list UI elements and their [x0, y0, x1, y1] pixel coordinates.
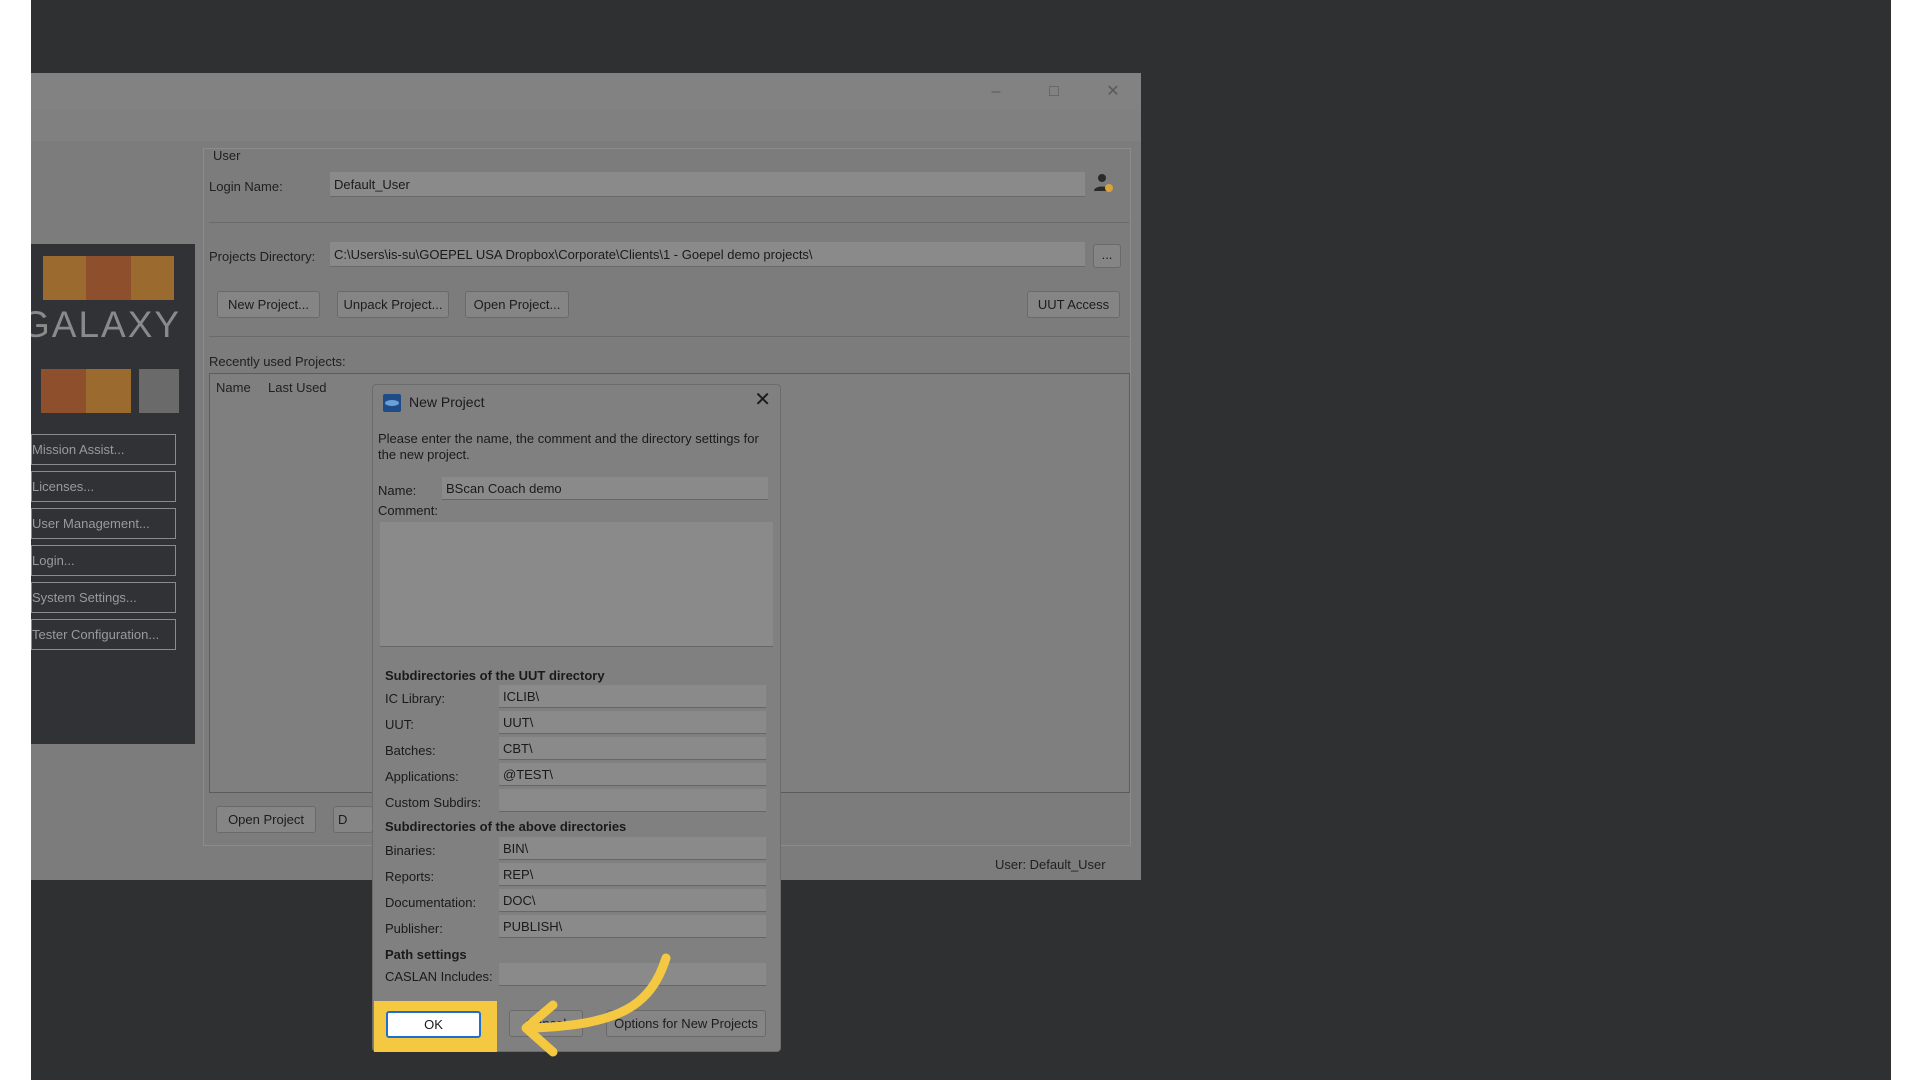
logo-bar [43, 256, 86, 300]
applications-label: Applications: [385, 769, 459, 784]
above-subdirs-heading: Subdirectories of the above directories [385, 819, 627, 834]
logo-bar [86, 256, 131, 300]
logo-bar [41, 369, 86, 413]
login-button[interactable]: Login... [31, 545, 176, 576]
unpack-project-button[interactable]: Unpack Project... [337, 291, 449, 318]
logo-bar [139, 369, 179, 413]
recent-projects-label: Recently used Projects: [209, 354, 346, 369]
ok-button[interactable]: OK [386, 1011, 481, 1038]
login-name-label: Login Name: [209, 179, 283, 194]
minimize-button[interactable]: – [981, 81, 1011, 103]
caslan-includes-label: CASLAN Includes: [385, 969, 493, 984]
uut-label: UUT: [385, 717, 414, 732]
screenshot-canvas: – □ ✕ GALAXY Mission Assist... Licenses.… [31, 0, 1891, 1080]
reports-field[interactable]: REP\ [499, 863, 766, 886]
user-settings-icon[interactable] [1090, 171, 1117, 198]
comment-textarea[interactable] [380, 522, 773, 647]
app-icon [383, 394, 401, 412]
custom-subdirs-label: Custom Subdirs: [385, 795, 482, 810]
publisher-field[interactable]: PUBLISH\ [499, 915, 766, 938]
title-bar: – □ ✕ [31, 73, 1141, 111]
uut-access-button[interactable]: UUT Access [1027, 291, 1120, 318]
dialog-description: Please enter the name, the comment and t… [378, 431, 759, 462]
close-button[interactable]: ✕ [1098, 81, 1128, 103]
dialog-title: New Project [409, 394, 485, 410]
licenses-button[interactable]: Licenses... [31, 471, 176, 502]
login-name-field[interactable]: Default_User [330, 172, 1085, 197]
comment-label: Comment: [378, 503, 438, 518]
new-project-button[interactable]: New Project... [217, 291, 320, 318]
projects-directory-field[interactable]: C:\Users\is-su\GOEPEL USA Dropbox\Corpor… [330, 242, 1085, 267]
publisher-label: Publisher: [385, 921, 443, 936]
custom-subdirs-field[interactable] [499, 789, 766, 812]
user-gear-icon [1093, 174, 1113, 192]
uut-subdirs-heading: Subdirectories of the UUT directory [385, 668, 605, 683]
separator [209, 222, 1129, 223]
path-settings-heading: Path settings [385, 947, 467, 962]
batches-field[interactable]: CBT\ [499, 737, 766, 760]
mission-assist-button[interactable]: Mission Assist... [31, 434, 176, 465]
uut-field[interactable]: UUT\ [499, 711, 766, 734]
logo-bar [131, 256, 174, 300]
reports-label: Reports: [385, 869, 435, 884]
applications-field[interactable]: @TEST\ [499, 763, 766, 786]
project-name-field[interactable]: BScan Coach demo [442, 477, 768, 500]
column-header-last-used[interactable]: Last Used [268, 380, 327, 395]
browse-button[interactable]: ... [1093, 244, 1121, 268]
open-project-button[interactable]: Open Project... [465, 291, 569, 318]
system-settings-button[interactable]: System Settings... [31, 582, 176, 613]
brand-panel: GALAXY Mission Assist... Licenses... Use… [31, 244, 195, 744]
documentation-label: Documentation: [385, 895, 477, 910]
galaxy-logo: GALAXY [31, 304, 182, 345]
ic-library-field[interactable]: ICLIB\ [499, 685, 766, 708]
binaries-label: Binaries: [385, 843, 436, 858]
user-management-button[interactable]: User Management... [31, 508, 176, 539]
name-label: Name: [378, 483, 417, 498]
annotation-arrow-icon [521, 953, 671, 1057]
separator [209, 336, 1129, 337]
open-project-bottom-button[interactable]: Open Project [216, 806, 316, 833]
tester-configuration-button[interactable]: Tester Configuration... [31, 619, 176, 650]
column-header-name[interactable]: Name [216, 380, 251, 395]
batches-label: Batches: [385, 743, 436, 758]
binaries-field[interactable]: BIN\ [499, 837, 766, 860]
maximize-button[interactable]: □ [1039, 81, 1069, 103]
dialog-close-button[interactable]: ✕ [754, 390, 771, 410]
partial-button[interactable]: D [333, 806, 373, 833]
status-user: User: Default_User [995, 857, 1106, 872]
ic-library-label: IC Library: [385, 691, 445, 706]
logo-bar [86, 369, 131, 413]
projects-directory-label: Projects Directory: [209, 249, 316, 264]
menu-bar [31, 111, 1141, 141]
documentation-field[interactable]: DOC\ [499, 889, 766, 912]
